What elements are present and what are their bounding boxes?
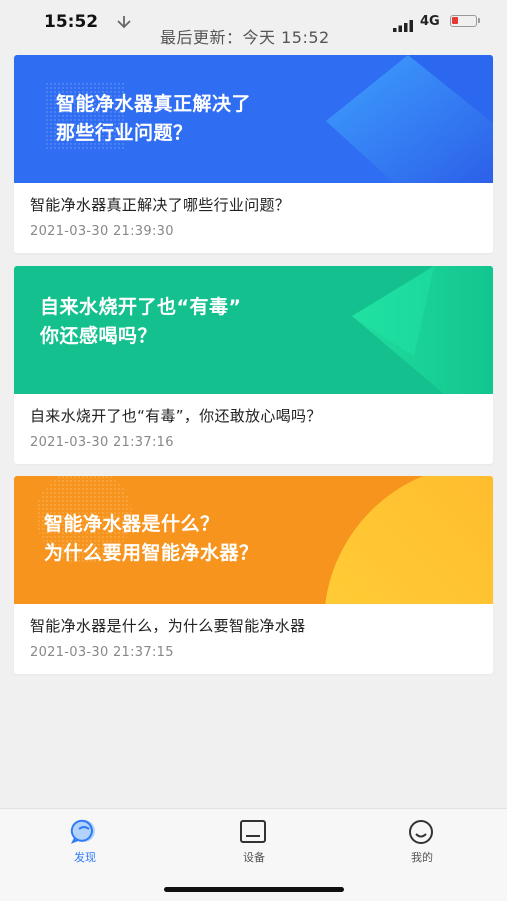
- bottom-tab-bar: 发现 设备 我的: [0, 808, 507, 901]
- article-banner: 智能净水器是什么？ 为什么要用智能净水器？: [14, 476, 493, 604]
- article-title: 自来水烧开了也“有毒”，你还敢放心喝吗？: [30, 407, 322, 425]
- status-bar: 15:52 最后更新：今天 15:52 4G: [0, 0, 507, 47]
- device-icon: [238, 819, 268, 845]
- home-indicator: [164, 887, 344, 892]
- banner-line: 那些行业问题？: [56, 122, 193, 144]
- article-card[interactable]: 自来水烧开了也“有毒” 你还感喝吗？ 自来水烧开了也“有毒”，你还敢放心喝吗？ …: [14, 266, 493, 464]
- banner-headline: 自来水烧开了也“有毒” 你还感喝吗？: [40, 293, 241, 351]
- tab-device[interactable]: 设备: [194, 809, 314, 879]
- article-date: 2021-03-30 21:37:16: [30, 435, 174, 450]
- article-banner: 智能净水器真正解决了 那些行业问题？: [14, 55, 493, 183]
- article-date: 2021-03-30 21:37:15: [30, 645, 174, 660]
- tab-discover[interactable]: 发现: [25, 809, 145, 879]
- banner-line: 自来水烧开了也“有毒”: [40, 296, 242, 318]
- banner-headline: 智能净水器真正解决了 那些行业问题？: [56, 90, 251, 148]
- battery-icon: [450, 15, 480, 27]
- article-title: 智能净水器是什么，为什么要智能净水器: [30, 617, 306, 635]
- smiley-profile-icon: [406, 819, 436, 845]
- article-card[interactable]: 智能净水器是什么？ 为什么要用智能净水器？ 智能净水器是什么，为什么要智能净水器…: [14, 476, 493, 674]
- banner-headline: 智能净水器是什么？ 为什么要用智能净水器？: [44, 510, 259, 568]
- article-title: 智能净水器真正解决了哪些行业问题？: [30, 196, 291, 214]
- status-time: 15:52: [44, 12, 99, 32]
- tab-profile[interactable]: 我的: [362, 809, 482, 879]
- article-date: 2021-03-30 21:39:30: [30, 224, 174, 239]
- last-updated-text: 最后更新：今天 15:52: [160, 28, 330, 47]
- banner-line: 你还感喝吗？: [40, 325, 158, 347]
- tab-label: 设备: [243, 851, 265, 864]
- article-banner: 自来水烧开了也“有毒” 你还感喝吗？: [14, 266, 493, 394]
- discover-chat-icon: [69, 819, 99, 845]
- article-card[interactable]: 智能净水器真正解决了 那些行业问题？ 智能净水器真正解决了哪些行业问题？ 202…: [14, 55, 493, 253]
- banner-line: 智能净水器是什么？: [44, 513, 220, 535]
- banner-line: 为什么要用智能净水器？: [44, 542, 259, 564]
- tab-label: 发现: [74, 851, 96, 864]
- signal-icon: [393, 17, 415, 36]
- tab-label: 我的: [411, 851, 433, 864]
- banner-line: 智能净水器真正解决了: [56, 93, 252, 115]
- pull-down-arrow-icon: [116, 14, 132, 33]
- network-type: 4G: [420, 14, 440, 29]
